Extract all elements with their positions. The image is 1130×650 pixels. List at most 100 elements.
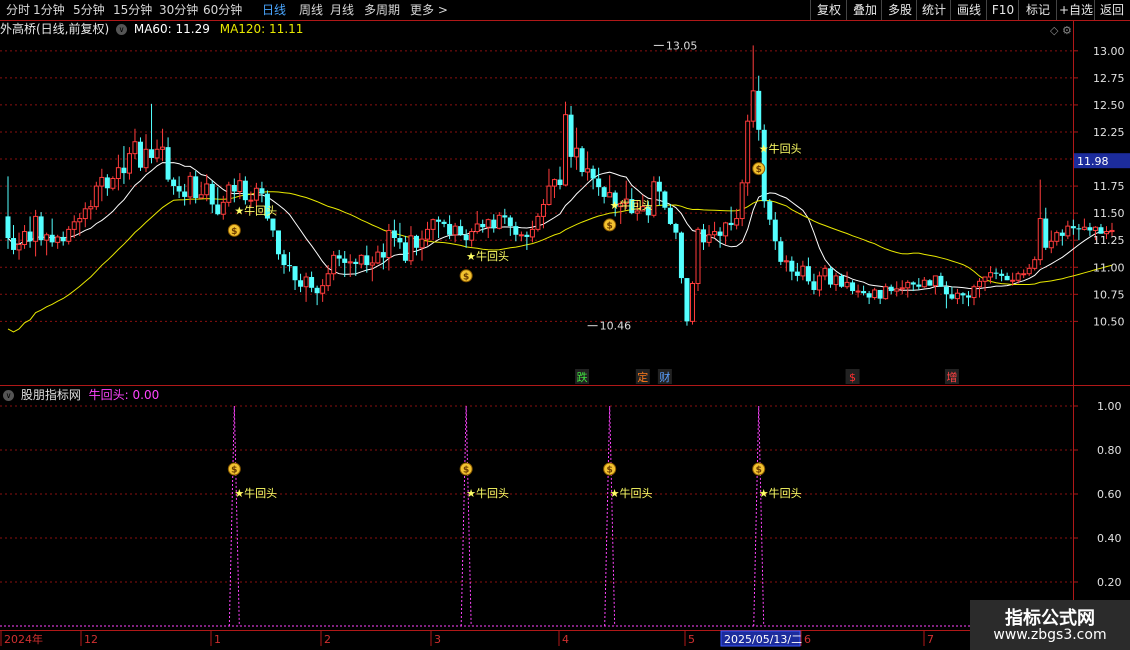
candle-body: [557, 179, 563, 186]
candle-body: [336, 255, 342, 259]
period-toolbar: 分时 1分钟 5分钟 15分钟 30分钟 60分钟 日线 周线 月线 多周期 更多 > 复权 叠加 多股统…: [0, 0, 1130, 20]
toolbar-button[interactable]: 多股: [881, 0, 918, 20]
y-tick-label: 11.75: [1093, 180, 1125, 193]
money-bag-icon: $: [752, 462, 766, 476]
toolbar-button[interactable]: 统计: [916, 0, 951, 20]
timeframe-tab[interactable]: 60分钟: [203, 0, 242, 20]
candle-body: [894, 288, 900, 292]
candle-body: [1092, 226, 1098, 231]
toolbar-button[interactable]: 标记: [1018, 0, 1057, 20]
timeframe-tab[interactable]: 1分钟: [33, 0, 65, 20]
candle-body: [574, 147, 580, 158]
y-tick-label: 0.80: [1097, 444, 1122, 457]
candle-body: [447, 223, 453, 235]
candle-body: [22, 231, 28, 246]
candle: [695, 227, 701, 292]
candle-body: [16, 244, 22, 251]
candle-body: [5, 216, 11, 239]
y-tick-label: 11.00: [1093, 261, 1125, 274]
y-tick-label: 12.25: [1093, 126, 1125, 139]
y-tick-label: 11.50: [1093, 207, 1125, 220]
y-tick-label: 13.00: [1093, 45, 1125, 58]
candle: [872, 287, 878, 300]
candle-body: [275, 230, 281, 255]
money-bag-icon: $: [459, 462, 473, 476]
candle-body: [739, 182, 745, 220]
toolbar-button[interactable]: 复权: [810, 0, 847, 20]
candle-body: [783, 260, 789, 263]
candle-body: [524, 234, 530, 237]
candle-body: [77, 218, 83, 223]
candle-body: [960, 293, 966, 296]
timeframe-tab[interactable]: 多周期: [364, 0, 400, 20]
candle-body: [121, 167, 127, 174]
signal-label: ★牛回头: [466, 486, 509, 500]
candle-body: [943, 286, 949, 295]
candle-body: [585, 168, 591, 173]
candle-body: [563, 114, 569, 186]
candle-body: [71, 221, 77, 230]
candle-body: [171, 179, 177, 187]
candle-body: [656, 181, 662, 192]
candle-body: [877, 289, 883, 299]
candle-body: [292, 266, 298, 281]
candle-body: [1098, 227, 1104, 234]
candle-body: [1043, 218, 1049, 248]
candle-body: [44, 234, 50, 241]
watermark-url: www.zbgs3.com: [993, 627, 1107, 643]
timeframe-tab[interactable]: 更多 >: [410, 0, 448, 20]
candle-body: [126, 153, 132, 174]
timeframe-tab[interactable]: 日线: [262, 0, 286, 20]
x-tick-label: 6: [804, 633, 811, 646]
candle-body: [1059, 232, 1065, 236]
candle-body: [391, 230, 397, 239]
timeframe-tab[interactable]: 分时: [6, 0, 30, 20]
candle: [684, 278, 690, 326]
candle-body: [242, 180, 248, 201]
money-bag-symbol: $: [231, 466, 237, 476]
y-tick-label: 0.40: [1097, 532, 1122, 545]
candle-body: [888, 286, 894, 292]
candle-body: [38, 216, 44, 241]
candle-body: [11, 238, 17, 250]
candle-body: [1015, 273, 1021, 281]
kline-chart[interactable]: ◇ ⚙ ★牛回头 $ ★牛回头 $ ★牛回头 $ ★牛回头 $13.05 10.46 跌 定财 $ 增 $…: [0, 0, 1130, 650]
candle-body: [320, 285, 326, 294]
toolbar-button[interactable]: F10: [986, 0, 1019, 20]
toolbar-button[interactable]: +自选: [1056, 0, 1095, 20]
money-bag-icon: $: [227, 462, 241, 476]
candle-body: [104, 177, 110, 189]
money-bag-icon: $: [752, 162, 766, 176]
toolbar-button[interactable]: 画线: [950, 0, 987, 20]
legend-toggle-icon[interactable]: ∨: [116, 24, 128, 35]
candle-body: [833, 275, 839, 286]
indicator-toggle-icon[interactable]: ∨: [3, 390, 14, 401]
timeframe-tab[interactable]: 周线: [299, 0, 323, 20]
timeframe-tab[interactable]: 30分钟: [159, 0, 198, 20]
money-bag-symbol: $: [607, 221, 613, 231]
candle-body: [253, 187, 259, 201]
signal-label: ★牛回头: [466, 249, 509, 263]
candle-body: [988, 272, 994, 278]
candle-body: [723, 222, 729, 237]
candle-body: [342, 258, 348, 263]
candle-body: [463, 234, 469, 241]
timeframe-tab[interactable]: 15分钟: [113, 0, 152, 20]
candle-body: [712, 231, 718, 236]
candle-body: [1109, 229, 1115, 233]
candle-body: [314, 287, 320, 294]
candle-body: [965, 295, 971, 298]
candle-body: [458, 226, 464, 235]
candle-body: [689, 282, 695, 322]
candle-body: [921, 279, 927, 288]
candle-body: [198, 194, 204, 199]
toolbar-button[interactable]: 叠加: [846, 0, 883, 20]
candle-body: [485, 219, 491, 228]
timeframe-tab[interactable]: 5分钟: [73, 0, 105, 20]
toolbar-button[interactable]: 返回: [1094, 0, 1129, 20]
candle-body: [728, 222, 734, 226]
candle-body: [938, 275, 944, 287]
timeframe-tab[interactable]: 月线: [330, 0, 354, 20]
current-price-label: 11.98: [1077, 155, 1109, 168]
money-bag-symbol: $: [463, 272, 469, 282]
